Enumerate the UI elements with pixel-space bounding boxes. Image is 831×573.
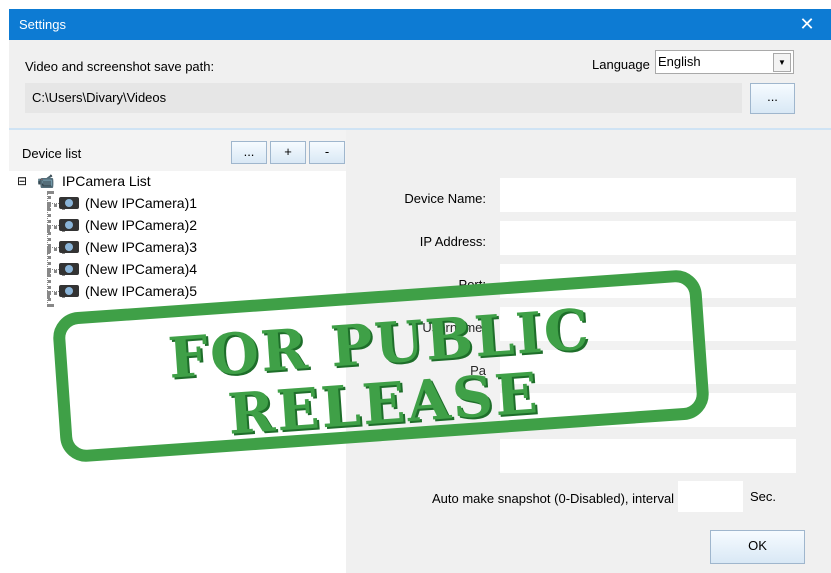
save-path-label: Video and screenshot save path:: [25, 59, 215, 74]
language-label: Language: [592, 57, 650, 72]
field-7-input[interactable]: [500, 439, 796, 473]
camera-icon: [59, 263, 79, 275]
sec-label: Sec.: [750, 489, 777, 504]
device-list-label: Device list: [22, 146, 82, 161]
device-name-input[interactable]: [500, 178, 796, 212]
remove-device-button[interactable]: -: [309, 141, 345, 164]
collapse-icon[interactable]: ⊟: [17, 174, 27, 188]
camera-icon: [59, 285, 79, 297]
window-title: Settings: [19, 17, 66, 32]
title-bar: Settings ✕: [9, 9, 831, 40]
ip-address-input[interactable]: [500, 221, 796, 255]
tree-root-label[interactable]: IPCamera List: [62, 173, 151, 189]
tree-item-camera-4[interactable]: (New IPCamera)4: [85, 261, 197, 277]
ipcamera-list-icon: 📹: [37, 173, 55, 189]
chevron-down-icon[interactable]: ▼: [773, 53, 791, 72]
save-path-field[interactable]: C:\Users\Divary\Videos: [25, 83, 742, 113]
browse-button[interactable]: ...: [750, 83, 795, 114]
tree-item-camera-1[interactable]: (New IPCamera)1: [85, 195, 197, 211]
add-device-button[interactable]: +: [270, 141, 306, 164]
save-path-value: C:\Users\Divary\Videos: [32, 90, 167, 105]
snapshot-label: Auto make snapshot (0-Disabled), interva…: [432, 491, 675, 506]
camera-icon: [59, 197, 79, 209]
snapshot-interval-input[interactable]: [678, 481, 743, 512]
tree-item-camera-2[interactable]: (New IPCamera)2: [85, 217, 197, 233]
language-select[interactable]: English ▼: [655, 50, 794, 74]
path-panel: Video and screenshot save path: Language…: [9, 40, 831, 128]
device-name-label: Device Name:: [404, 191, 486, 206]
language-value: English: [658, 54, 701, 69]
tree-item-camera-3[interactable]: (New IPCamera)3: [85, 239, 197, 255]
more-button[interactable]: ...: [231, 141, 267, 164]
camera-icon: [59, 219, 79, 231]
tree-item-camera-5[interactable]: (New IPCamera)5: [85, 283, 197, 299]
ip-address-label: IP Address:: [419, 234, 486, 249]
ok-button[interactable]: OK: [710, 530, 805, 564]
camera-icon: [59, 241, 79, 253]
close-icon[interactable]: ✕: [783, 9, 831, 40]
